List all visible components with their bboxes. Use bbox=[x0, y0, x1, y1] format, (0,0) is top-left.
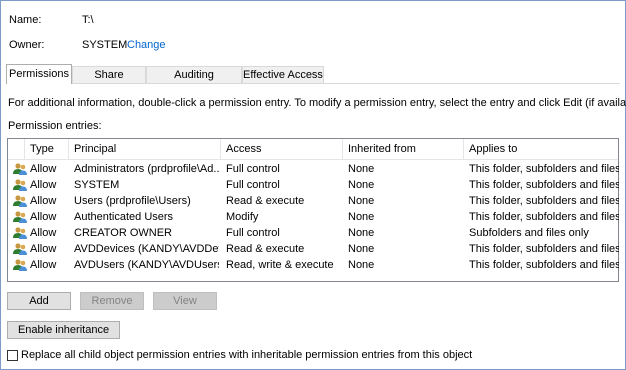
owner-value: SYSTEM bbox=[82, 39, 128, 51]
cell-access: Full control bbox=[226, 179, 280, 191]
cell-inherited: None bbox=[348, 179, 375, 191]
cell-type: Allow bbox=[30, 243, 57, 255]
cell-access: Read, write & execute bbox=[226, 259, 334, 271]
permission-entry-row[interactable]: Allow Authenticated Users Modify None This f… bbox=[8, 209, 619, 225]
permission-entries-list[interactable]: Type Principal Access Inherited from App… bbox=[7, 138, 619, 282]
users-icon bbox=[12, 242, 28, 256]
header-spacer bbox=[8, 139, 25, 159]
cell-applies: This folder, subfolders and files bbox=[469, 211, 619, 223]
name-value: T:\ bbox=[82, 14, 94, 26]
permission-entry-row[interactable]: Allow CREATOR OWNER Full control None Subfol… bbox=[8, 225, 618, 241]
cell-inherited: None bbox=[348, 163, 375, 175]
header-inherited-from[interactable]: Inherited from bbox=[343, 139, 464, 159]
cell-applies: This folder, subfolders and files bbox=[469, 179, 619, 191]
cell-type: Allow bbox=[30, 259, 57, 271]
cell-applies: Subfolders and files only bbox=[469, 227, 589, 239]
header-applies-to[interactable]: Applies to bbox=[464, 139, 618, 159]
cell-access: Full control bbox=[226, 227, 280, 239]
cell-applies: This folder, subfolders and files bbox=[469, 259, 619, 271]
header-type[interactable]: Type bbox=[25, 139, 69, 159]
cell-access: Read & execute bbox=[226, 195, 305, 207]
permission-entry-row[interactable]: Allow AVDUsers (KANDY\AVDUsers) Read, writ… bbox=[8, 257, 619, 273]
cell-principal: SYSTEM bbox=[74, 179, 120, 191]
cell-inherited: None bbox=[348, 195, 375, 207]
tab-divider bbox=[6, 83, 620, 84]
tab-auditing[interactable]: Auditing bbox=[146, 66, 242, 83]
advanced-security-dialog: Name: T:\ Owner: SYSTEM Change Permissio… bbox=[0, 0, 626, 370]
cell-access: Full control bbox=[226, 163, 280, 175]
users-icon bbox=[12, 210, 28, 224]
permission-entries-label: Permission entries: bbox=[8, 120, 102, 132]
enable-inheritance-button[interactable]: Enable inheritance bbox=[7, 321, 120, 339]
tab-effective-access[interactable]: Effective Access bbox=[242, 66, 324, 83]
cell-type: Allow bbox=[30, 195, 57, 207]
tab-share[interactable]: Share bbox=[72, 66, 146, 83]
add-button[interactable]: Add bbox=[7, 292, 71, 310]
header-principal[interactable]: Principal bbox=[69, 139, 221, 159]
name-label: Name: bbox=[9, 14, 42, 26]
cell-access: Read & execute bbox=[226, 243, 305, 255]
cell-inherited: None bbox=[348, 211, 375, 223]
cell-applies: This folder, subfolders and files bbox=[469, 163, 619, 175]
cell-principal: Authenticated Users bbox=[74, 211, 174, 223]
users-icon bbox=[12, 162, 28, 176]
permission-entry-row[interactable]: Allow AVDDevices (KANDY\AVDDevi... Read & … bbox=[8, 241, 619, 257]
view-button[interactable]: View bbox=[153, 292, 217, 310]
permission-entry-row[interactable]: Allow SYSTEM Full control None This folder, … bbox=[8, 177, 619, 193]
permission-entry-row[interactable]: Allow Administrators (prdprofile\Ad... Ful… bbox=[8, 161, 619, 177]
users-icon bbox=[12, 226, 28, 240]
cell-type: Allow bbox=[30, 179, 57, 191]
cell-principal: AVDDevices (KANDY\AVDDevi... bbox=[74, 243, 219, 255]
remove-button[interactable]: Remove bbox=[80, 292, 144, 310]
replace-child-entries-checkbox[interactable] bbox=[7, 350, 18, 361]
cell-applies: This folder, subfolders and files bbox=[469, 243, 619, 255]
cell-inherited: None bbox=[348, 243, 375, 255]
permission-entry-row[interactable]: Allow Users (prdprofile\Users) Read & exec… bbox=[8, 193, 619, 209]
cell-principal: CREATOR OWNER bbox=[74, 227, 172, 239]
cell-applies: This folder, subfolders and files bbox=[469, 195, 619, 207]
header-access[interactable]: Access bbox=[221, 139, 343, 159]
cell-principal: Administrators (prdprofile\Ad... bbox=[74, 163, 219, 175]
users-icon bbox=[12, 178, 28, 192]
info-text: For additional information, double-click… bbox=[8, 97, 626, 109]
cell-type: Allow bbox=[30, 163, 57, 175]
cell-type: Allow bbox=[30, 211, 57, 223]
tab-permissions[interactable]: Permissions bbox=[6, 64, 72, 84]
cell-principal: Users (prdprofile\Users) bbox=[74, 195, 191, 207]
cell-principal: AVDUsers (KANDY\AVDUsers) bbox=[74, 259, 219, 271]
owner-label: Owner: bbox=[9, 39, 45, 51]
users-icon bbox=[12, 194, 28, 208]
cell-inherited: None bbox=[348, 227, 375, 239]
replace-child-entries-label: Replace all child object permission entr… bbox=[21, 349, 473, 361]
cell-inherited: None bbox=[348, 259, 375, 271]
list-header: Type Principal Access Inherited from App… bbox=[8, 139, 618, 160]
cell-access: Modify bbox=[226, 211, 259, 223]
users-icon bbox=[12, 258, 28, 272]
cell-type: Allow bbox=[30, 227, 57, 239]
change-owner-link[interactable]: Change bbox=[127, 39, 166, 51]
